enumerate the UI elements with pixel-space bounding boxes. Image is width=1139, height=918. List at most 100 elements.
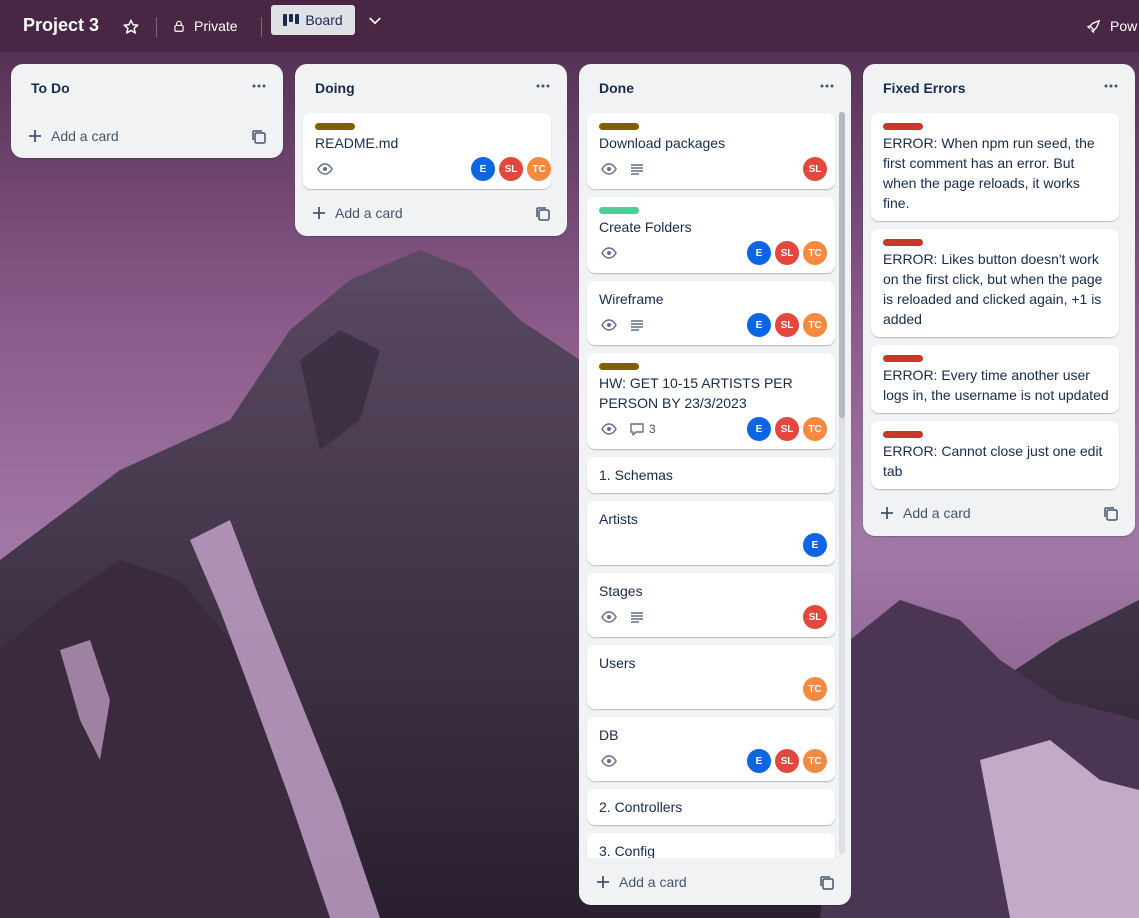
eye-icon [601,611,617,623]
eye-icon [601,755,617,767]
card-title: README.md [315,135,399,151]
add-card-label: Add a card [51,128,119,144]
plus-icon [29,130,41,142]
list-title[interactable]: To Do [31,80,70,96]
board-view-button[interactable]: Board [271,5,355,35]
eye-icon [601,247,617,259]
card-label [315,123,355,130]
more-icon[interactable] [819,78,835,94]
card[interactable]: Stages SL [587,573,835,637]
plus-icon [881,507,893,519]
card[interactable]: ERROR: When npm run seed, the first comm… [871,113,1119,221]
scrollbar-thumb[interactable] [839,112,845,418]
card[interactable]: 3. Config [587,833,835,858]
template-icon[interactable] [819,875,835,891]
card[interactable]: ERROR: Every time another user logs in, … [871,345,1119,413]
avatar[interactable]: E [747,417,771,441]
template-icon[interactable] [535,206,551,222]
avatar[interactable]: SL [803,605,827,629]
card[interactable]: 1. Schemas [587,457,835,493]
visibility-button[interactable]: Private [172,18,238,34]
add-card-button[interactable]: Add a card [311,205,403,221]
more-icon[interactable] [535,78,551,94]
power-ups-label: Pow [1110,18,1138,34]
card-title: ERROR: Cannot close just one edit tab [883,443,1103,479]
card-label [599,123,639,130]
list-title[interactable]: Doing [315,80,355,96]
card[interactable]: ERROR: Cannot close just one edit tab [871,421,1119,489]
list-scrollbar[interactable] [839,112,845,854]
avatar[interactable]: TC [803,677,827,701]
eye-icon [601,423,617,435]
eye-icon [317,163,333,175]
template-icon[interactable] [251,129,267,145]
card-title: Download packages [599,135,726,151]
add-card-label: Add a card [619,874,687,890]
visibility-label: Private [194,18,238,34]
avatar[interactable]: TC [527,157,551,181]
list-title[interactable]: Fixed Errors [883,80,965,96]
avatar[interactable]: SL [775,241,799,265]
list-title[interactable]: Done [599,80,634,96]
card-title: 1. Schemas [599,467,673,483]
card[interactable]: Create Folders E SL TC [587,197,835,273]
chevron-down-icon[interactable] [366,12,384,30]
card-label [883,355,923,362]
board-view-label: Board [305,12,343,28]
add-card-button[interactable]: Add a card [27,128,119,144]
card[interactable]: DB E SL TC [587,717,835,781]
card[interactable]: 2. Controllers [587,789,835,825]
avatar[interactable]: SL [775,749,799,773]
add-card-button[interactable]: Add a card [595,874,687,890]
card[interactable]: Artists E [587,501,835,565]
add-card-label: Add a card [335,205,403,221]
header-divider [261,17,262,37]
more-icon[interactable] [251,78,267,94]
card[interactable]: Wireframe E SL TC [587,281,835,345]
card[interactable]: ERROR: Likes button doesn't work on the … [871,229,1119,337]
card-title: Users [599,655,636,671]
avatar[interactable]: SL [775,313,799,337]
power-ups-button[interactable]: Pow [1086,18,1137,34]
avatar[interactable]: TC [803,241,827,265]
card[interactable]: README.md E SL TC [303,113,551,189]
comment-icon [630,423,644,436]
card[interactable]: Download packages SL [587,113,835,189]
card[interactable]: HW: GET 10-15 ARTISTS PER PERSON BY 23/3… [587,353,835,449]
rocket-icon [1086,20,1100,34]
card-title: ERROR: Likes button doesn't work on the … [883,251,1103,327]
add-card-button[interactable]: Add a card [879,505,971,521]
card-title: 2. Controllers [599,799,683,815]
card-label [883,123,923,130]
template-icon[interactable] [1103,506,1119,522]
card-clip: 3. Config [579,833,851,858]
avatar[interactable]: E [747,241,771,265]
list-todo: To Do Add a card [11,64,283,158]
avatar[interactable]: SL [775,417,799,441]
avatar[interactable]: TC [803,417,827,441]
avatar[interactable]: E [747,749,771,773]
avatar[interactable]: E [747,313,771,337]
card[interactable]: Users TC [587,645,835,709]
card-title: Stages [599,583,643,599]
more-icon[interactable] [1103,78,1119,94]
eye-icon [601,319,617,331]
description-icon [631,320,643,331]
board-title[interactable]: Project 3 [23,15,99,36]
card-title: ERROR: Every time another user logs in, … [883,367,1109,403]
avatar[interactable]: E [471,157,495,181]
avatar[interactable]: E [803,533,827,557]
card-label [883,239,923,246]
avatar[interactable]: TC [803,313,827,337]
avatar[interactable]: SL [499,157,523,181]
list-fixed-errors: Fixed Errors ERROR: When npm run seed, t… [863,64,1135,536]
list-done: Done Download packages SL Create Folders… [579,64,851,905]
plus-icon [313,207,325,219]
star-icon[interactable] [122,18,140,36]
eye-icon [601,163,617,175]
avatar[interactable]: SL [803,157,827,181]
avatar[interactable]: TC [803,749,827,773]
add-card-label: Add a card [903,505,971,521]
card-label [599,207,639,214]
card-title: HW: GET 10-15 ARTISTS PER PERSON BY 23/3… [599,375,793,411]
